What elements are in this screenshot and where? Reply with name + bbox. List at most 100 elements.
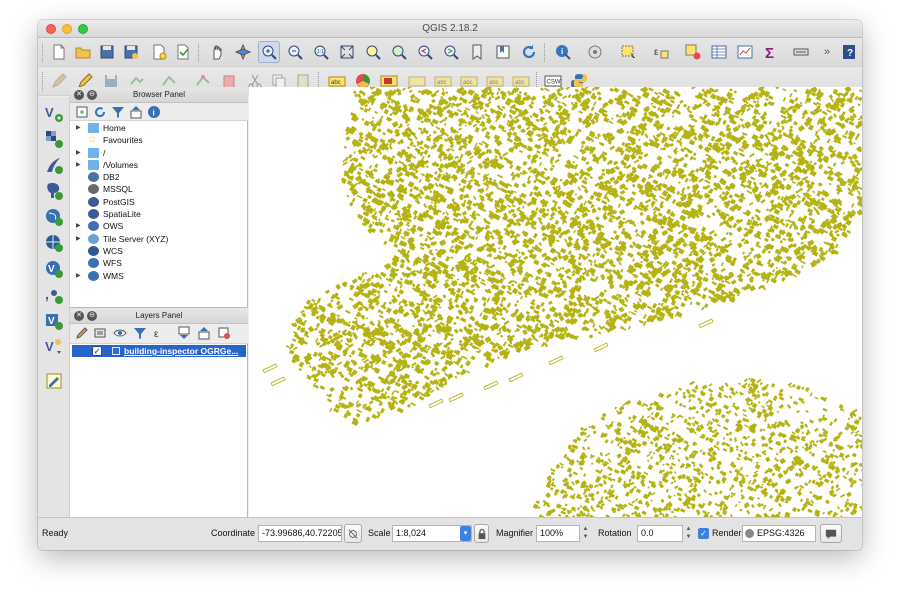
open-project-icon[interactable]	[72, 41, 94, 63]
browser-item-db2[interactable]: DB2	[70, 171, 248, 183]
add-vector-layer-icon[interactable]: V	[42, 101, 66, 125]
attribute-table-icon[interactable]	[708, 41, 730, 63]
show-bookmarks-icon[interactable]	[492, 41, 514, 63]
properties-icon[interactable]: i	[147, 105, 161, 119]
refresh-icon[interactable]	[518, 41, 540, 63]
new-print-composer-icon[interactable]	[148, 41, 170, 63]
add-virtual-layer-icon[interactable]: V	[42, 309, 66, 333]
zoom-to-selection-icon[interactable]	[362, 41, 384, 63]
building-footprint	[788, 98, 795, 105]
expand-arrow-icon[interactable]: ▶	[76, 122, 81, 134]
add-raster-layer-icon[interactable]	[42, 127, 66, 151]
filter-icon[interactable]	[111, 105, 125, 119]
add-postgis-icon[interactable]	[42, 179, 66, 203]
add-delimited-text-icon[interactable]: ,	[42, 283, 66, 307]
pan-to-selection-icon[interactable]	[232, 41, 254, 63]
zoom-in-icon[interactable]	[258, 41, 280, 63]
help-icon[interactable]: ?	[838, 41, 860, 63]
deselect-icon[interactable]	[682, 41, 704, 63]
building-footprint	[407, 137, 413, 142]
composer-manager-icon[interactable]	[172, 41, 194, 63]
browser-item-wms[interactable]: ▶ WMS	[70, 270, 248, 282]
toolbar-grip[interactable]	[544, 43, 547, 62]
building-footprint	[556, 281, 561, 286]
measure-icon[interactable]	[584, 41, 606, 63]
manage-map-themes-icon[interactable]	[113, 326, 127, 340]
current-edits-icon[interactable]	[48, 70, 70, 92]
add-wfs-icon[interactable]: V	[42, 257, 66, 281]
save-as-icon[interactable]	[120, 41, 142, 63]
add-wcs-icon[interactable]	[42, 231, 66, 255]
building-footprint	[559, 277, 564, 281]
layer-item[interactable]: ✓ building-inspector OGRGe...	[72, 345, 246, 357]
filter-by-expression-icon[interactable]: ε	[153, 326, 167, 340]
expand-arrow-icon[interactable]: ▶	[76, 147, 81, 159]
browser-item-postgis[interactable]: PostGIS	[70, 196, 248, 208]
expand-arrow-icon[interactable]: ▶	[76, 233, 81, 245]
close-icon[interactable]: ✕	[74, 90, 84, 100]
window-maximize-button[interactable]	[78, 24, 88, 34]
building-footprint	[746, 107, 751, 112]
overflow-icon[interactable]: »	[816, 41, 838, 63]
building-footprints-map[interactable]	[249, 87, 862, 517]
toolbar-grip[interactable]	[198, 43, 201, 62]
browser-item-mssql[interactable]: MSSQL	[70, 183, 248, 195]
float-icon[interactable]: ⊖	[87, 311, 97, 321]
building-footprint	[597, 174, 604, 181]
add-selected-layers-icon[interactable]	[75, 105, 89, 119]
browser-item-ows[interactable]: ▶ OWS	[70, 220, 248, 232]
statistics-icon[interactable]: Σ	[760, 41, 782, 63]
collapse-all-icon[interactable]	[197, 326, 211, 340]
building-footprint	[650, 102, 654, 106]
building-footprint	[777, 129, 783, 134]
building-footprint	[696, 292, 702, 297]
text-annotation-icon[interactable]	[790, 41, 812, 63]
building-footprint	[681, 289, 685, 293]
expand-all-icon[interactable]	[177, 326, 191, 340]
close-icon[interactable]: ✕	[74, 311, 84, 321]
window-minimize-button[interactable]	[62, 24, 72, 34]
zoom-out-icon[interactable]	[284, 41, 306, 63]
map-canvas[interactable]	[249, 87, 862, 517]
browser-item-wfs[interactable]: WFS	[70, 257, 248, 269]
zoom-to-layer-icon[interactable]	[388, 41, 410, 63]
field-calculator-icon[interactable]	[734, 41, 756, 63]
pan-icon[interactable]	[206, 41, 228, 63]
new-annotation-icon[interactable]	[42, 369, 66, 393]
browser-item-home[interactable]: ▶ Home	[70, 122, 248, 134]
save-project-icon[interactable]	[96, 41, 118, 63]
add-wms-icon[interactable]	[42, 205, 66, 229]
float-icon[interactable]: ⊖	[87, 90, 97, 100]
new-shapefile-icon[interactable]: V	[42, 335, 66, 359]
browser-item-volumes[interactable]: ▶/Volumes	[70, 159, 248, 171]
browser-item-tile-server-xyz[interactable]: ▶ Tile Server (XYZ)	[70, 233, 248, 245]
zoom-native-icon[interactable]: 1:1	[310, 41, 332, 63]
building-footprint	[732, 150, 739, 156]
refresh-icon[interactable]	[93, 105, 107, 119]
open-layer-styling-icon[interactable]	[75, 326, 89, 340]
browser-item-[interactable]: ▶ /	[70, 147, 248, 159]
expand-arrow-icon[interactable]: ▶	[76, 270, 81, 282]
browser-item-favourites[interactable]: ☆ Favourites	[70, 134, 248, 146]
add-group-icon[interactable]	[93, 326, 107, 340]
filter-legend-icon[interactable]	[133, 326, 147, 340]
toolbar-grip[interactable]	[42, 72, 45, 91]
zoom-full-icon[interactable]	[336, 41, 358, 63]
identify-icon[interactable]: i	[552, 41, 574, 63]
expand-arrow-icon[interactable]: ▶	[76, 159, 81, 171]
select-by-value-icon[interactable]: ε	[650, 41, 672, 63]
browser-item-spatialite[interactable]: SpatiaLite	[70, 208, 248, 220]
window-close-button[interactable]	[46, 24, 56, 34]
new-project-icon[interactable]	[48, 41, 70, 63]
add-spatialite-icon[interactable]	[42, 153, 66, 177]
collapse-all-icon[interactable]	[129, 105, 143, 119]
zoom-next-icon[interactable]	[440, 41, 462, 63]
remove-layer-icon[interactable]	[217, 326, 231, 340]
zoom-last-icon[interactable]	[414, 41, 436, 63]
select-features-icon[interactable]	[618, 41, 640, 63]
toolbar-grip[interactable]	[42, 43, 45, 62]
expand-arrow-icon[interactable]: ▶	[76, 220, 81, 232]
new-bookmark-icon[interactable]	[466, 41, 488, 63]
layer-visibility-checkbox[interactable]: ✓	[92, 346, 102, 356]
browser-item-wcs[interactable]: WCS	[70, 245, 248, 257]
